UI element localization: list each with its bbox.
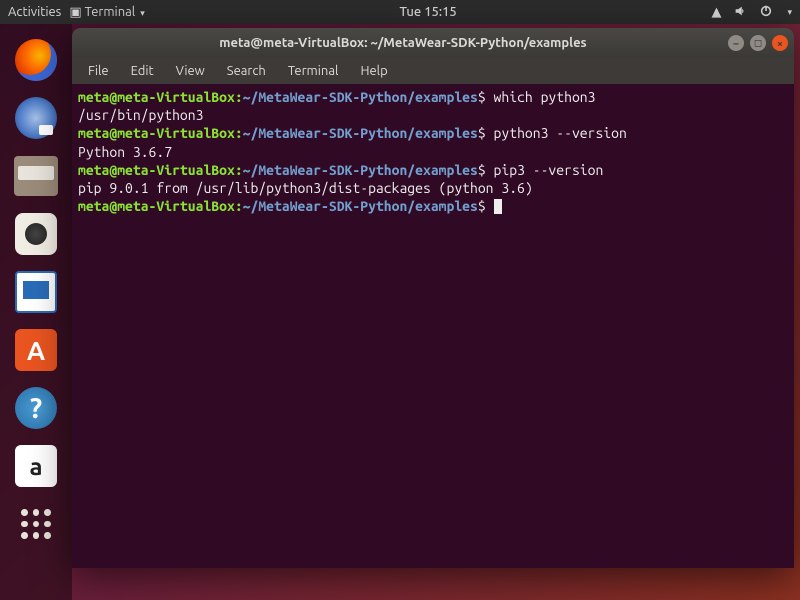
volume-icon[interactable] xyxy=(733,4,747,21)
menubar: File Edit View Search Terminal Help xyxy=(72,58,794,84)
power-icon[interactable] xyxy=(759,4,773,21)
cursor xyxy=(494,199,502,214)
menu-help[interactable]: Help xyxy=(350,62,397,80)
launcher-help[interactable] xyxy=(10,382,62,434)
terminal-line: meta@meta-VirtualBox:~/MetaWear-SDK-Pyth… xyxy=(78,161,788,179)
terminal-line: meta@meta-VirtualBox:~/MetaWear-SDK-Pyth… xyxy=(78,88,788,106)
software-icon xyxy=(15,329,57,371)
menu-search[interactable]: Search xyxy=(217,62,276,80)
rhythmbox-icon xyxy=(15,213,57,255)
launcher-amazon[interactable] xyxy=(10,440,62,492)
thunderbird-icon xyxy=(15,97,57,139)
window-titlebar[interactable]: meta@meta-VirtualBox: ~/MetaWear-SDK-Pyt… xyxy=(72,28,794,58)
terminal-window: meta@meta-VirtualBox: ~/MetaWear-SDK-Pyt… xyxy=(72,28,794,568)
firefox-icon xyxy=(15,39,57,81)
amazon-icon xyxy=(15,445,57,487)
terminal-icon: ▣ xyxy=(69,5,81,19)
launcher-software[interactable] xyxy=(10,324,62,376)
writer-icon xyxy=(15,271,57,313)
terminal-line: meta@meta-VirtualBox:~/MetaWear-SDK-Pyth… xyxy=(78,197,788,215)
help-icon xyxy=(15,387,57,429)
launcher-dock xyxy=(0,24,72,600)
close-button[interactable]: × xyxy=(772,35,788,51)
terminal-output: Python 3.6.7 xyxy=(78,143,788,161)
launcher-thunderbird[interactable] xyxy=(10,92,62,144)
maximize-button[interactable]: ◻ xyxy=(750,35,766,51)
launcher-writer[interactable] xyxy=(10,266,62,318)
terminal-line: meta@meta-VirtualBox:~/MetaWear-SDK-Pyth… xyxy=(78,124,788,142)
launcher-rhythmbox[interactable] xyxy=(10,208,62,260)
app-menu[interactable]: ▣ Terminal ▾ xyxy=(69,5,144,20)
files-icon xyxy=(14,156,58,196)
menu-terminal[interactable]: Terminal xyxy=(278,62,349,80)
apps-grid-icon xyxy=(15,503,57,545)
menu-view[interactable]: View xyxy=(166,62,215,80)
terminal-output: pip 9.0.1 from /usr/lib/python3/dist-pac… xyxy=(78,179,788,197)
top-panel: Activities ▣ Terminal ▾ Tue 15:15 ▲ ▾ xyxy=(0,0,800,24)
clock[interactable]: Tue 15:15 xyxy=(145,5,712,19)
activities-button[interactable]: Activities xyxy=(8,5,61,19)
terminal-body[interactable]: meta@meta-VirtualBox:~/MetaWear-SDK-Pyth… xyxy=(72,84,794,568)
chevron-down-icon[interactable]: ▾ xyxy=(787,7,792,18)
terminal-output: /usr/bin/python3 xyxy=(78,106,788,124)
launcher-firefox[interactable] xyxy=(10,34,62,86)
launcher-show-apps[interactable] xyxy=(10,498,62,550)
minimize-button[interactable]: – xyxy=(728,35,744,51)
network-icon[interactable]: ▲ xyxy=(711,5,721,20)
window-title: meta@meta-VirtualBox: ~/MetaWear-SDK-Pyt… xyxy=(78,36,728,50)
menu-file[interactable]: File xyxy=(78,62,119,80)
launcher-files[interactable] xyxy=(10,150,62,202)
menu-edit[interactable]: Edit xyxy=(121,62,164,80)
